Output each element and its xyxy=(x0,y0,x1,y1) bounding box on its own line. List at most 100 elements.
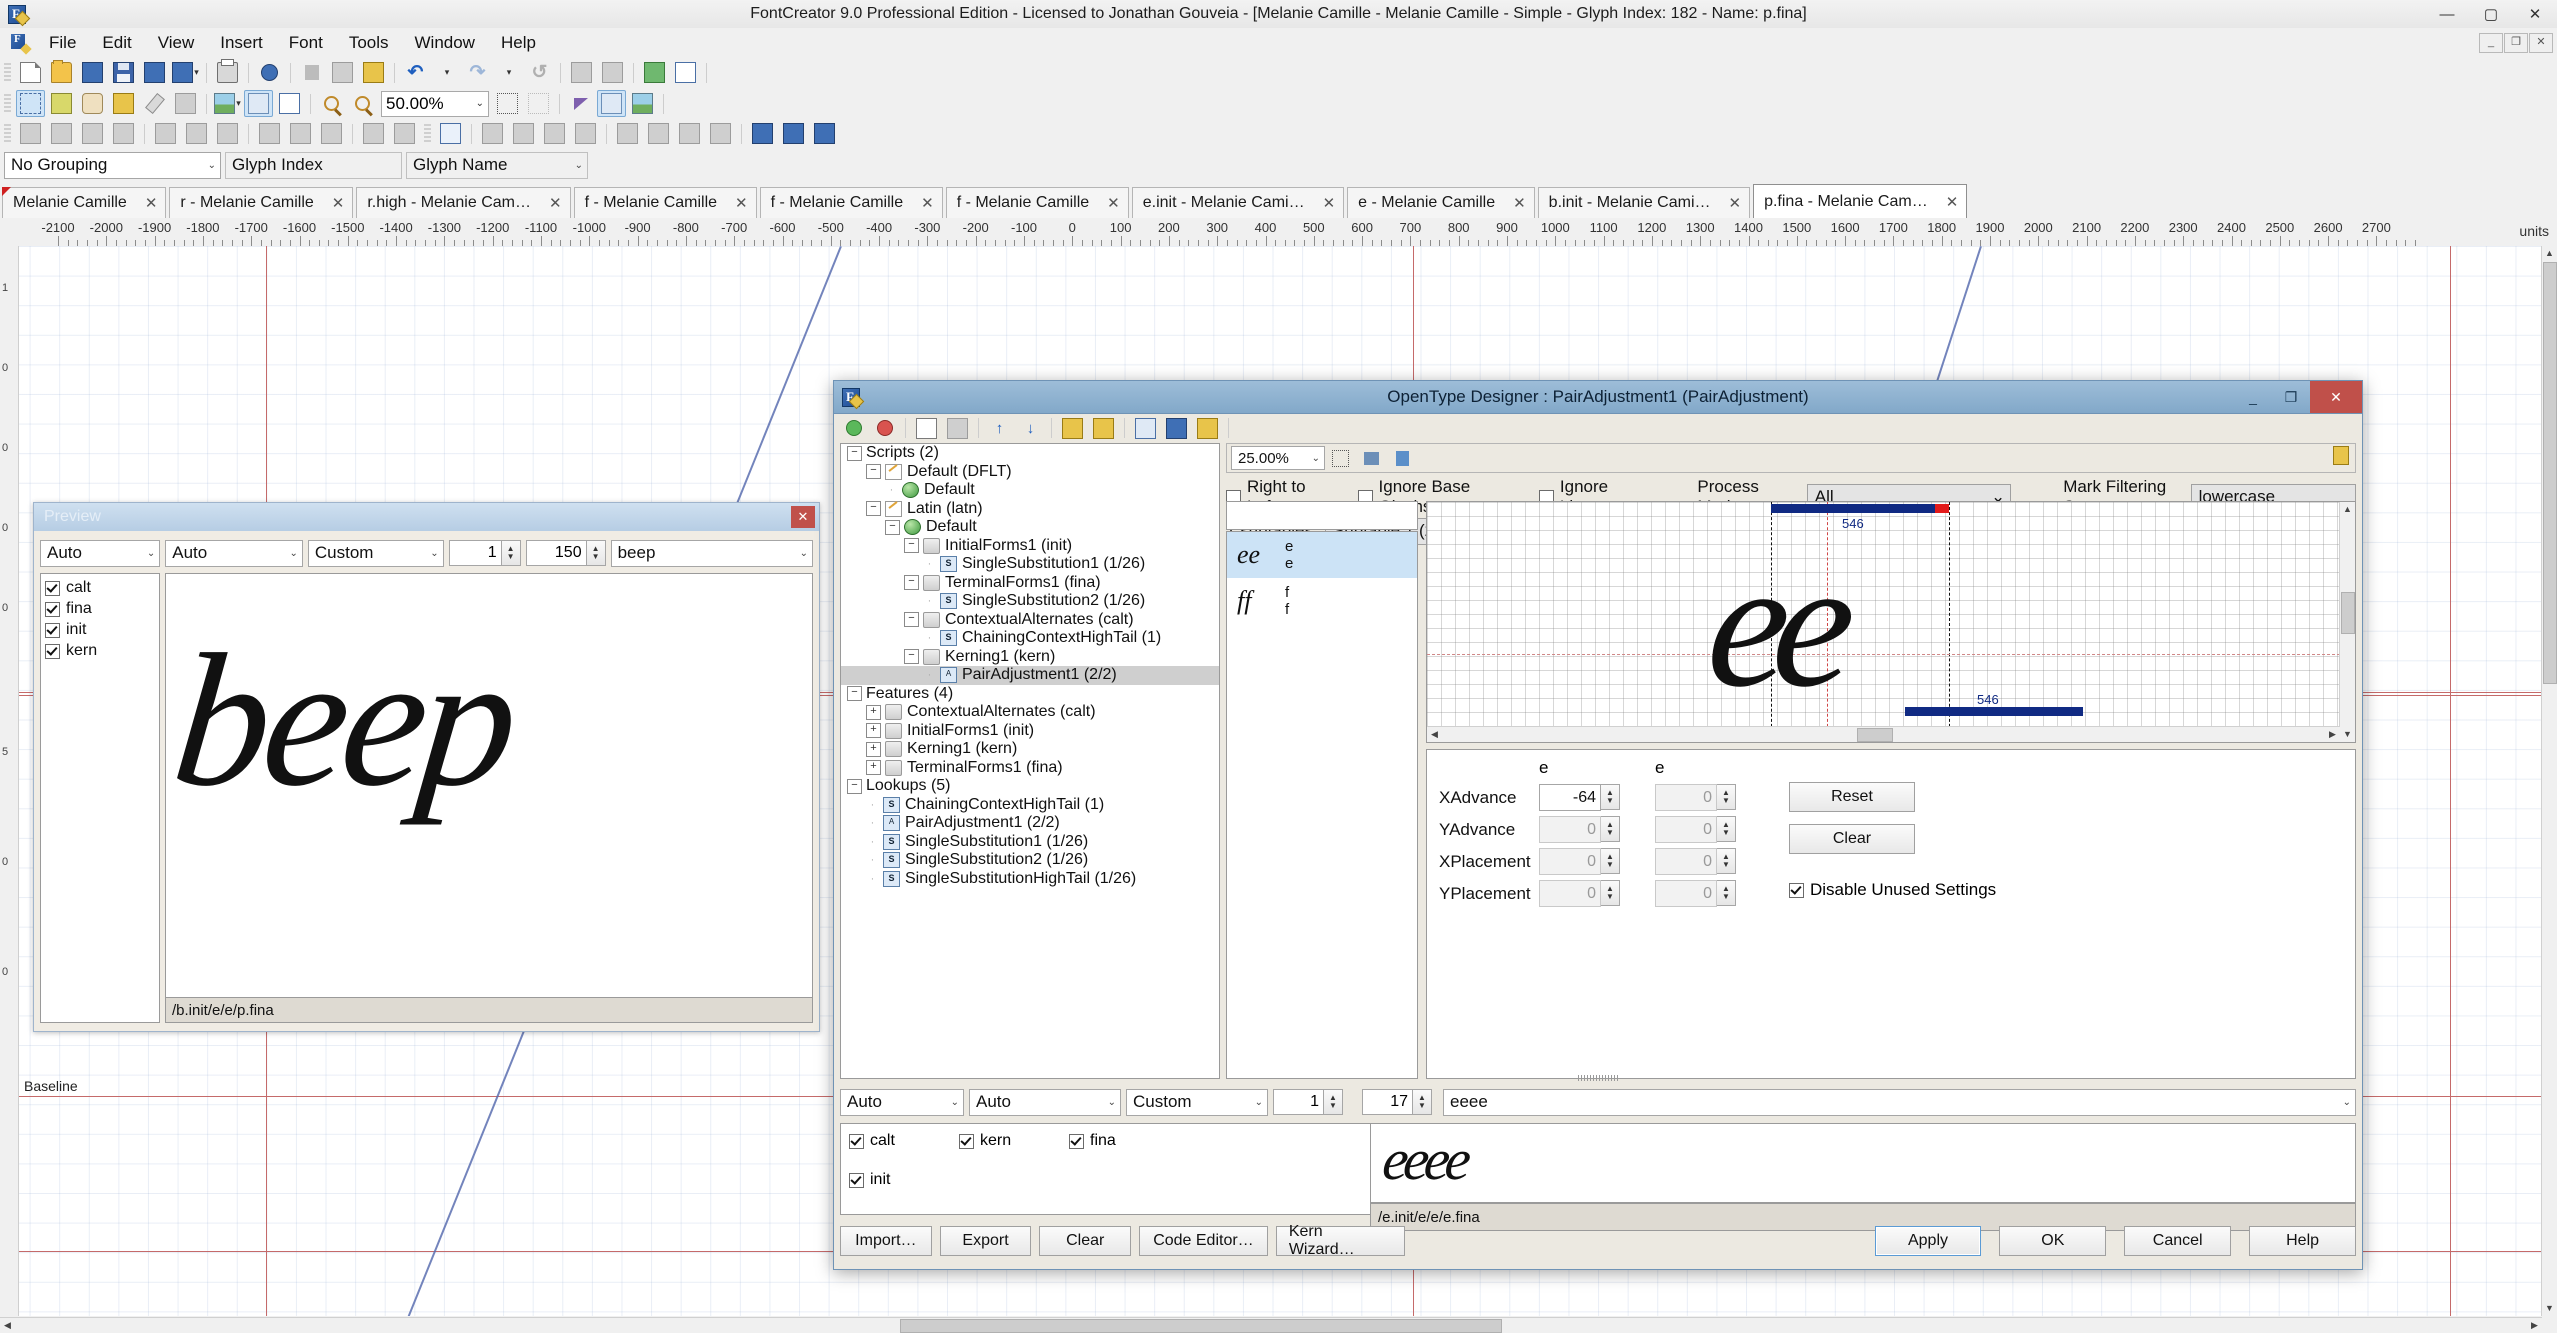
preview-feature-calt[interactable]: calt xyxy=(45,579,155,597)
shadow-button[interactable] xyxy=(748,120,777,147)
new-file-button[interactable] xyxy=(16,59,45,86)
find-icon[interactable] xyxy=(255,59,284,86)
expand-icon[interactable]: + xyxy=(866,723,881,739)
preview-close-button[interactable]: ✕ xyxy=(791,506,815,528)
xplacement-second-stepper[interactable]: 0 ▲ ▼ xyxy=(1655,848,1736,875)
disable-unused-settings-checkbox[interactable]: Disable Unused Settings xyxy=(1789,880,1996,900)
undo-dropdown-icon[interactable]: ▾ xyxy=(432,59,461,86)
delete-glyph-button[interactable] xyxy=(598,59,627,86)
tree-item[interactable]: · A PairAdjustment1 (2/2) xyxy=(841,814,1219,833)
menu-insert[interactable]: Insert xyxy=(207,29,276,57)
tree-item[interactable]: + TerminalForms1 (fina) xyxy=(841,759,1219,778)
redo-dropdown-icon[interactable]: ▾ xyxy=(494,59,523,86)
otd-maximize-button[interactable]: ❐ xyxy=(2272,381,2310,413)
otd-fit-button[interactable] xyxy=(1326,445,1355,472)
close-icon[interactable]: ✕ xyxy=(549,194,562,212)
tree-item[interactable]: · S SingleSubstitution2 (1/26) xyxy=(841,851,1219,870)
distribute-vertical-button[interactable] xyxy=(390,120,419,147)
tree-item[interactable]: · S SingleSubstitutionHighTail (1/26) xyxy=(841,870,1219,889)
join-contour-button[interactable] xyxy=(509,120,538,147)
spinner-arrows-icon[interactable]: ▲ ▼ xyxy=(1717,784,1736,810)
otd-preview-combo-1[interactable]: Auto ⌄ xyxy=(840,1088,964,1116)
show-background-image-button[interactable] xyxy=(628,90,657,117)
preview-window[interactable]: Preview ✕ Auto ⌄ Auto ⌄ Custom ⌄ 1 ▲ ▼ 150 ▲… xyxy=(33,502,820,1032)
close-contour-button[interactable] xyxy=(571,120,600,147)
glyph-index-combo[interactable]: Glyph Index xyxy=(225,151,402,179)
canvas-horizontal-scrollbar[interactable]: ◀ ▶ xyxy=(0,1317,2542,1333)
slant-button[interactable] xyxy=(613,120,642,147)
fill-tool-button[interactable] xyxy=(171,90,200,117)
tree-item[interactable]: − Latin (latn) xyxy=(841,500,1219,519)
align-bottom-button[interactable] xyxy=(109,120,138,147)
menu-tools[interactable]: Tools xyxy=(336,29,402,57)
tree-item[interactable]: − Default xyxy=(841,518,1219,537)
lookup-tree[interactable]: − Scripts (2) − Default (DFLT) · Default − Lati… xyxy=(840,443,1220,1079)
spinner-arrows-icon[interactable]: ▲ ▼ xyxy=(1413,1089,1432,1115)
yadvance-second-stepper[interactable]: 0 ▲ ▼ xyxy=(1655,816,1736,843)
help-button[interactable]: Help xyxy=(2249,1226,2356,1256)
remove-lookup-button[interactable] xyxy=(870,415,899,442)
checkbox-icon[interactable] xyxy=(1789,882,1804,898)
menu-view[interactable]: View xyxy=(145,29,208,57)
expand-icon[interactable]: + xyxy=(866,760,881,776)
spinner-arrows-icon[interactable]: ▲ ▼ xyxy=(1601,848,1620,874)
opentype-designer-dialog[interactable]: OpenType Designer : PairAdjustment1 (Pai… xyxy=(833,380,2363,1270)
scroll-thumb[interactable] xyxy=(2341,592,2355,634)
vertical-ruler[interactable]: 1 0 0 0 0 5 0 0 xyxy=(0,246,19,1316)
preview-feature-init[interactable]: init xyxy=(45,621,155,639)
maximize-button[interactable]: ▢ xyxy=(2469,0,2513,28)
save-all-button[interactable] xyxy=(140,59,169,86)
kern-wizard-button[interactable]: Kern Wizard… xyxy=(1275,1223,1405,1258)
collapse-icon[interactable]: − xyxy=(904,538,919,554)
distribute-horizontal-button[interactable] xyxy=(359,120,388,147)
spinner-arrows-icon[interactable]: ▲ ▼ xyxy=(1717,880,1736,906)
space-top-button[interactable] xyxy=(255,120,284,147)
otd-feature-calt[interactable]: calt xyxy=(849,1130,959,1152)
kerning-preview-canvas[interactable]: 546 546 ee ▲ ▼ ◀ ▶ xyxy=(1426,501,2356,743)
scroll-right-icon[interactable]: ▶ xyxy=(2527,1318,2542,1333)
menu-file[interactable]: File xyxy=(36,29,89,57)
otd-measure-button[interactable] xyxy=(1388,445,1417,472)
kernview-horizontal-scrollbar[interactable]: ◀ ▶ xyxy=(1427,726,2340,742)
duplicate-lookup-button[interactable] xyxy=(1089,415,1118,442)
tab-p-fina[interactable]: p.fina - Melanie Cam… ✕ xyxy=(1753,184,1968,218)
text-tool-button[interactable] xyxy=(275,90,304,117)
distribute-center-button[interactable] xyxy=(182,120,211,147)
mdi-restore-button[interactable]: ❐ xyxy=(2504,33,2528,53)
properties-button[interactable] xyxy=(943,415,972,442)
mdi-minimize-button[interactable]: _ xyxy=(2479,33,2503,53)
ok-button[interactable]: OK xyxy=(1999,1226,2107,1256)
preview-feature-kern[interactable]: kern xyxy=(45,642,155,660)
measure-tool-button[interactable] xyxy=(109,90,138,117)
spinner-arrows-icon[interactable]: ▲ ▼ xyxy=(1717,848,1736,874)
align-left-button[interactable] xyxy=(16,120,45,147)
close-icon[interactable]: ✕ xyxy=(1946,193,1959,211)
tree-item[interactable]: − ContextualAlternates (calt) xyxy=(841,611,1219,630)
emboss-button[interactable] xyxy=(810,120,839,147)
checkbox-icon[interactable] xyxy=(45,622,60,638)
install-font-button[interactable]: ▾ xyxy=(171,59,200,86)
spinner-arrows-icon[interactable]: ▲ ▼ xyxy=(1324,1089,1343,1115)
table-view-button[interactable] xyxy=(1131,415,1160,442)
scroll-thumb[interactable] xyxy=(900,1319,1502,1333)
preview-spin-1[interactable]: 1 ▲ ▼ xyxy=(448,540,521,566)
otd-preview-feature-list[interactable]: calt kern fina init xyxy=(840,1123,1378,1215)
otd-preview-spin-2[interactable]: 17 ▲ ▼ xyxy=(1362,1089,1432,1115)
expand-icon[interactable]: + xyxy=(866,704,881,720)
show-handles-button[interactable] xyxy=(597,90,626,117)
scroll-left-icon[interactable]: ◀ xyxy=(0,1318,15,1333)
show-points-button[interactable] xyxy=(566,90,595,117)
otd-feature-fina[interactable]: fina xyxy=(1069,1130,1179,1152)
menu-edit[interactable]: Edit xyxy=(89,29,144,57)
collapse-icon[interactable]: − xyxy=(904,649,919,665)
advance-handle-icon[interactable] xyxy=(1935,504,1949,513)
menu-help[interactable]: Help xyxy=(488,29,549,57)
tab-e[interactable]: e - Melanie Camille ✕ xyxy=(1347,187,1535,218)
collapse-icon[interactable]: − xyxy=(847,445,862,461)
toolbar-grip[interactable] xyxy=(4,123,11,144)
preview-text-combo[interactable]: beep ⌄ xyxy=(610,539,813,567)
glyph-name-combo[interactable]: Glyph Name ⌄ xyxy=(406,151,588,179)
zoom-in-button[interactable] xyxy=(317,90,346,117)
reset-button[interactable]: Reset xyxy=(1789,782,1915,812)
menu-font[interactable]: Font xyxy=(276,29,336,57)
